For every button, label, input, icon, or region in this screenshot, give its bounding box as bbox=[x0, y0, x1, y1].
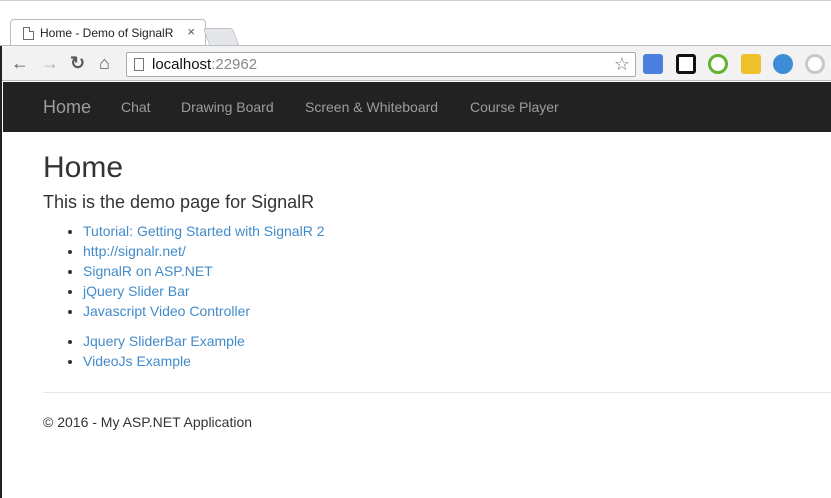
bookmark-star-icon[interactable]: ☆ bbox=[614, 54, 630, 75]
page-title: Home bbox=[43, 151, 124, 184]
example-link-list: Jquery SliderBar Example VideoJs Example bbox=[43, 331, 823, 371]
list-item: Jquery SliderBar Example bbox=[83, 331, 823, 351]
url-text: localhost:22962 bbox=[152, 56, 258, 73]
list-item: SignalR on ASP.NET bbox=[83, 261, 823, 281]
nav-link-drawing-board[interactable]: Drawing Board bbox=[181, 99, 274, 115]
close-icon[interactable]: × bbox=[187, 24, 195, 39]
gray-swirl-icon[interactable] bbox=[805, 54, 825, 74]
nav-link-screen-whiteboard[interactable]: Screen & Whiteboard bbox=[305, 99, 438, 115]
list-item: Tutorial: Getting Started with SignalR 2 bbox=[83, 221, 823, 241]
browser-titlebar: Home - Demo of SignalR × bbox=[0, 0, 831, 47]
link-signalr-net[interactable]: http://signalr.net/ bbox=[83, 243, 186, 259]
nav-link-chat[interactable]: Chat bbox=[121, 99, 151, 115]
list-item: VideoJs Example bbox=[83, 351, 823, 371]
browser-tab[interactable]: Home - Demo of SignalR × bbox=[10, 19, 206, 47]
address-bar[interactable]: localhost:22962 ☆ bbox=[126, 52, 636, 77]
back-icon[interactable]: ← bbox=[11, 53, 29, 73]
site-navbar: Home Chat Drawing Board Screen & Whitebo… bbox=[3, 82, 831, 132]
page-subtitle: This is the demo page for SignalR bbox=[43, 192, 315, 212]
list-item: http://signalr.net/ bbox=[83, 241, 823, 261]
checkmark-badge-icon[interactable] bbox=[741, 54, 761, 74]
green-swirl-icon[interactable] bbox=[708, 54, 728, 74]
home-icon[interactable]: ⌂ bbox=[99, 53, 110, 73]
nav-link-course-player[interactable]: Course Player bbox=[470, 99, 559, 115]
footer-divider bbox=[43, 392, 831, 393]
link-jquery-slider-bar[interactable]: jQuery Slider Bar bbox=[83, 283, 190, 299]
main-content: Home This is the demo page for SignalR T… bbox=[43, 150, 831, 430]
footer-text: © 2016 - My ASP.NET Application bbox=[43, 414, 253, 430]
forward-icon[interactable]: → bbox=[41, 53, 59, 73]
page-icon bbox=[134, 58, 144, 71]
reload-icon[interactable]: ↻ bbox=[70, 53, 85, 73]
list-item: jQuery Slider Bar bbox=[83, 281, 823, 301]
new-tab-button[interactable] bbox=[202, 28, 240, 45]
browser-toolbar: ← → ↻ ⌂ localhost:22962 ☆ bbox=[0, 45, 831, 81]
list-item: Javascript Video Controller bbox=[83, 301, 823, 321]
link-videojs-example[interactable]: VideoJs Example bbox=[83, 353, 191, 369]
globe-icon[interactable] bbox=[773, 54, 793, 74]
link-jquery-sliderbar-example[interactable]: Jquery SliderBar Example bbox=[83, 333, 245, 349]
tab-title: Home - Demo of SignalR bbox=[40, 26, 174, 40]
qr-code-icon[interactable] bbox=[676, 54, 696, 74]
nav-brand-home[interactable]: Home bbox=[43, 97, 91, 118]
link-tutorial[interactable]: Tutorial: Getting Started with SignalR 2 bbox=[83, 223, 325, 239]
link-signalr-aspnet[interactable]: SignalR on ASP.NET bbox=[83, 263, 213, 279]
google-translate-icon[interactable] bbox=[643, 54, 663, 74]
link-list: Tutorial: Getting Started with SignalR 2… bbox=[43, 221, 823, 321]
window-edge bbox=[0, 46, 2, 498]
page-icon bbox=[23, 27, 34, 40]
link-javascript-video-controller[interactable]: Javascript Video Controller bbox=[83, 303, 250, 319]
